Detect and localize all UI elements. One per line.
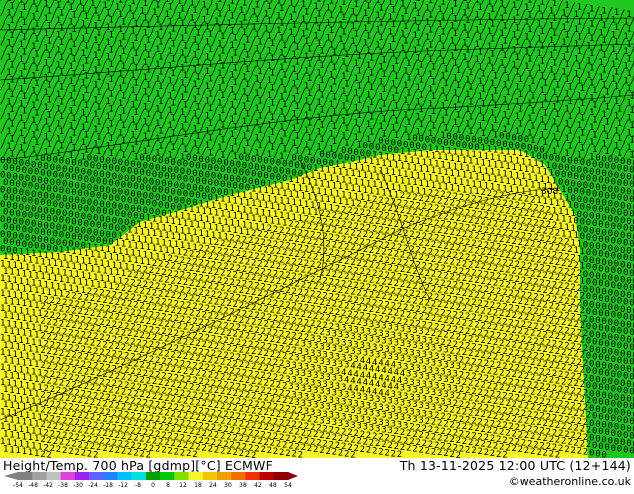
temperature-map: 1/1/1/1/1/1/1/1/1/1//1/1/1/1/1/1/1/1/1/1… [0, 0, 634, 458]
digit-grid: 1/1/1/1/1/1/1/1/1/1//1/1/1/1/1/1/1/1/1/1… [0, 0, 634, 458]
